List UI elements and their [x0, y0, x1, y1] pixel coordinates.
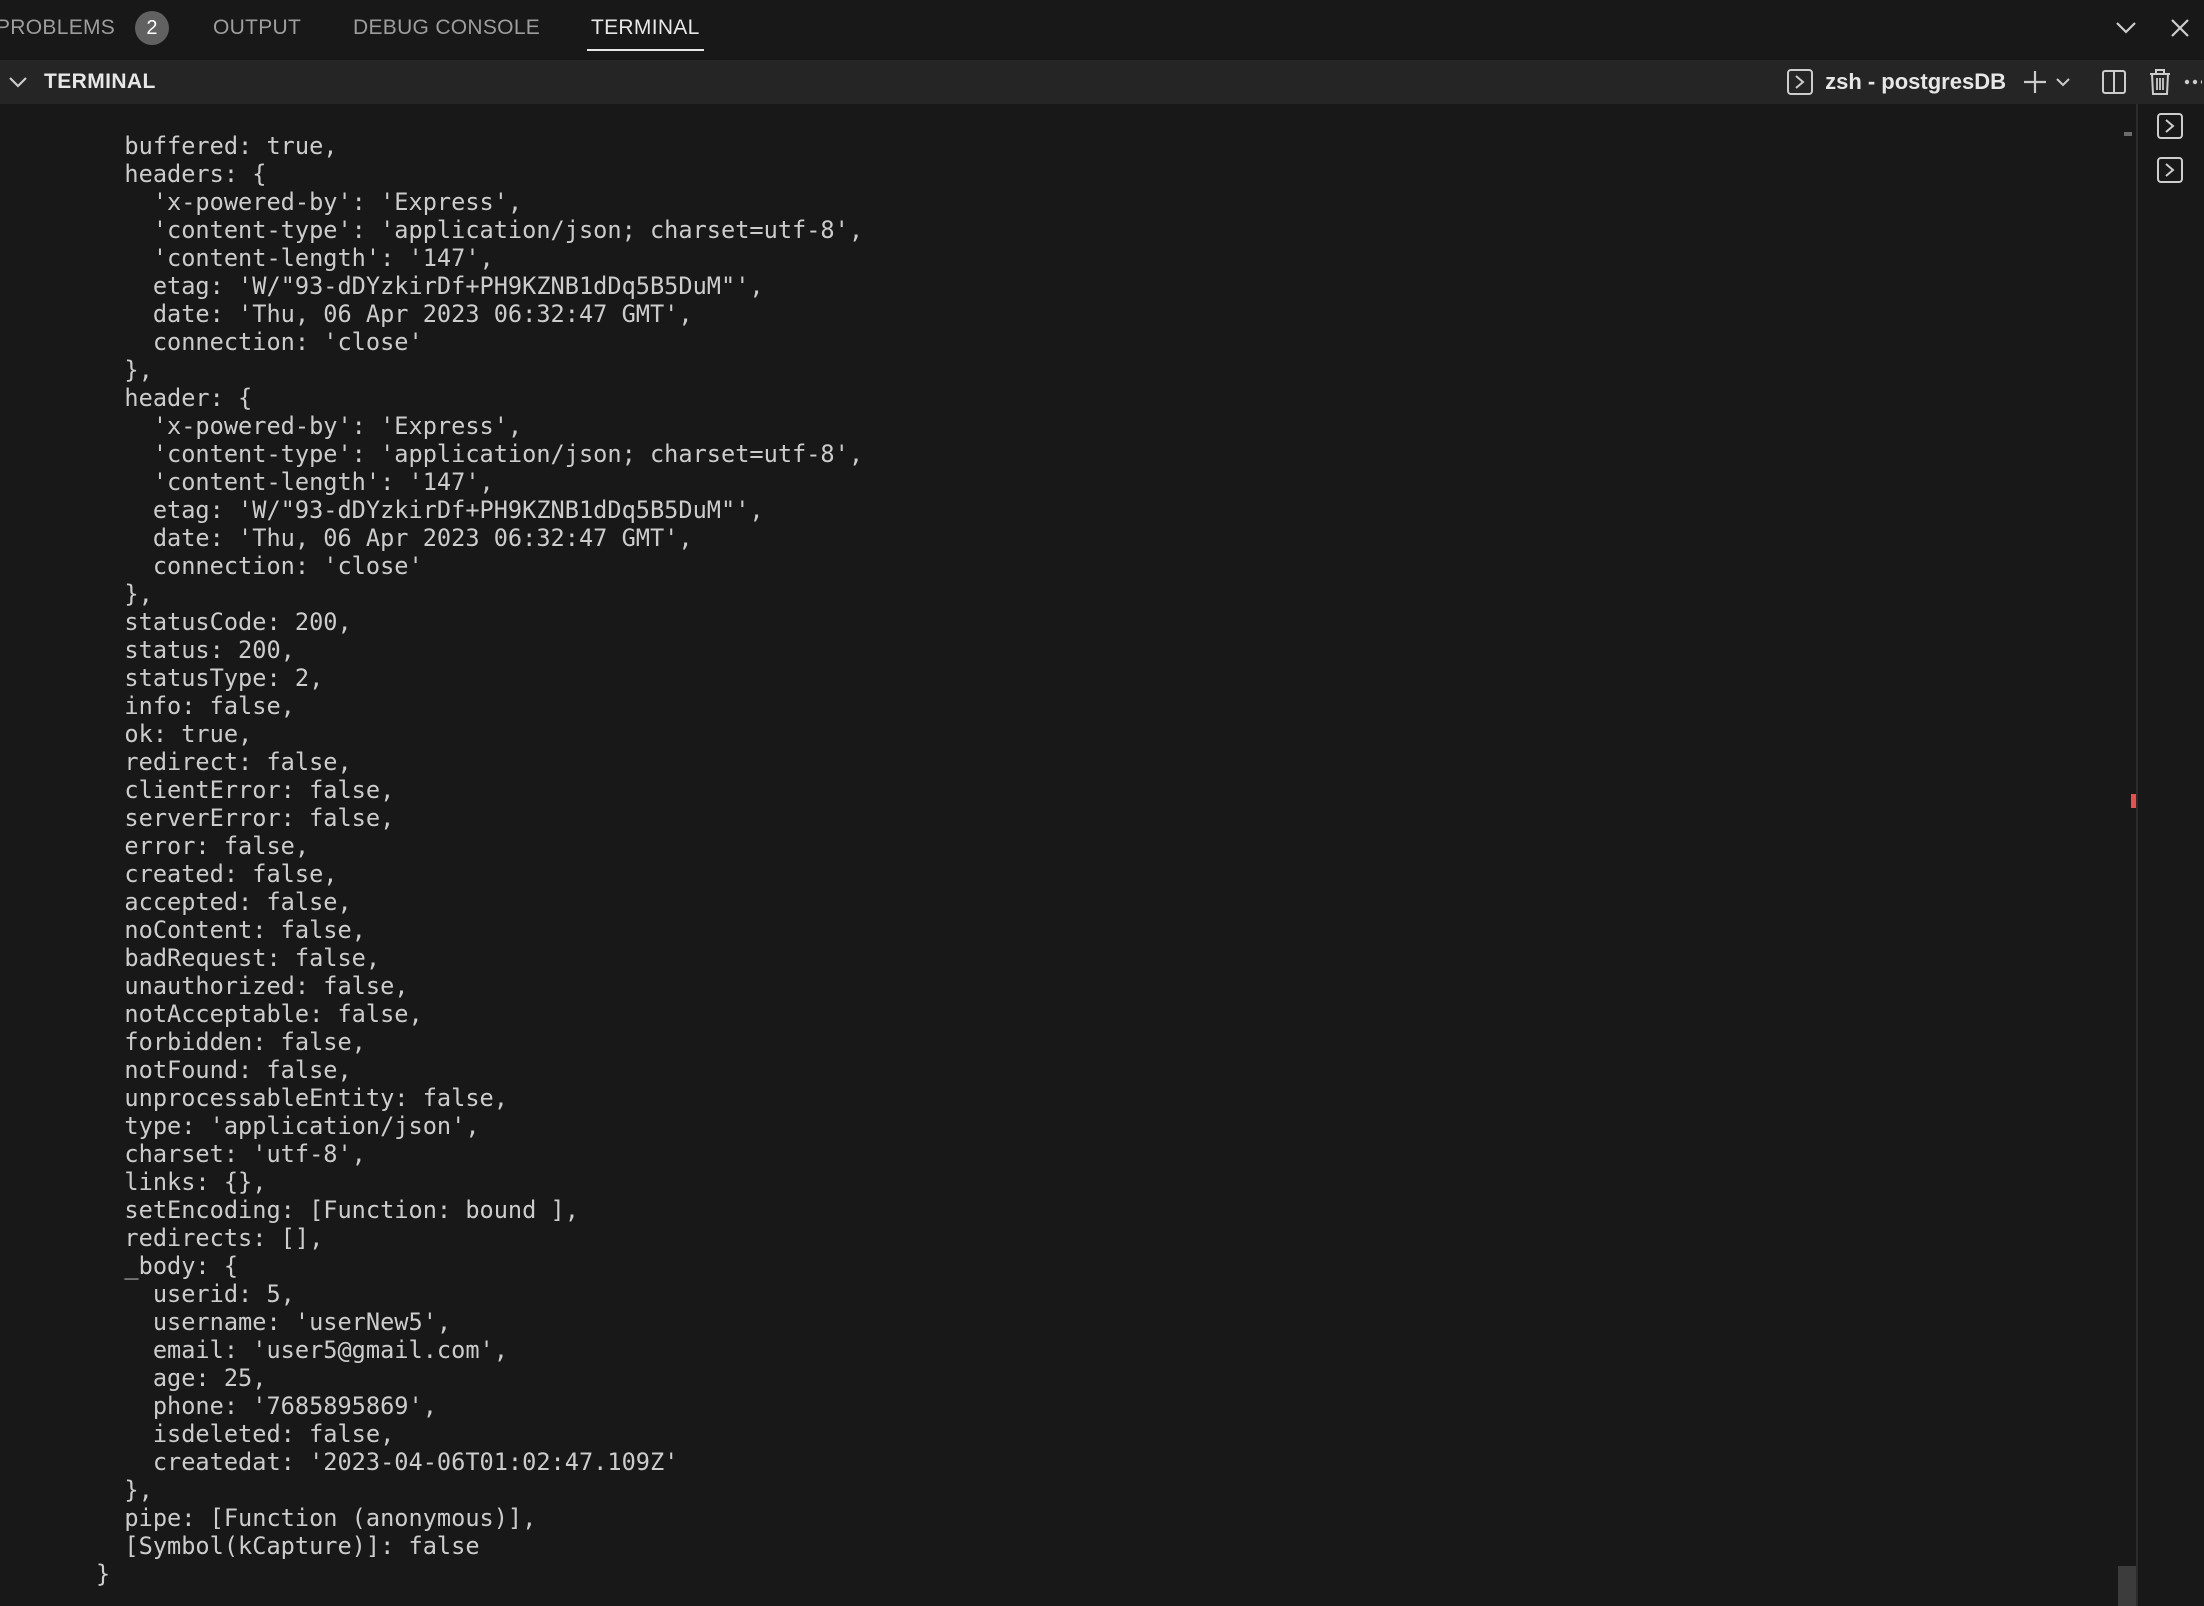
- ellipsis-icon[interactable]: [2184, 62, 2204, 102]
- panel-tab-bar: PROBLEMS 2 OUTPUT DEBUG CONSOLE TERMINAL: [0, 0, 2204, 56]
- problems-count-badge: 2: [135, 11, 170, 45]
- terminal-output-text: buffered: true, headers: { 'x-powered-by…: [96, 132, 864, 1588]
- tab-problems[interactable]: PROBLEMS 2: [0, 0, 170, 56]
- chevron-down-icon[interactable]: [0, 62, 36, 102]
- trash-icon[interactable]: [2140, 62, 2180, 102]
- panel-actions: [2106, 0, 2204, 56]
- terminal-shell-name[interactable]: zsh - postgresDB: [1825, 69, 2006, 95]
- plus-icon[interactable]: [2020, 62, 2050, 102]
- terminal-section-header[interactable]: TERMINAL zsh - postgresDB: [0, 60, 2204, 104]
- terminal-actions: zsh - postgresDB: [1785, 60, 2204, 104]
- close-icon[interactable]: [2160, 8, 2200, 48]
- overview-ruler-marker: [2124, 132, 2132, 136]
- terminal-output-area[interactable]: buffered: true, headers: { 'x-powered-by…: [0, 104, 2136, 1606]
- scrollbar-thumb[interactable]: [2118, 1566, 2136, 1606]
- split-terminal-icon[interactable]: [2094, 62, 2134, 102]
- tab-output[interactable]: OUTPUT: [213, 0, 301, 56]
- tab-terminal[interactable]: TERMINAL: [587, 0, 704, 56]
- tab-problems-label: PROBLEMS: [0, 16, 116, 39]
- terminal-section-title: TERMINAL: [44, 70, 156, 93]
- terminal-scrollbar[interactable]: [2118, 104, 2136, 1606]
- tab-output-label: OUTPUT: [213, 16, 302, 39]
- launch-profile-chevron-icon[interactable]: [2050, 62, 2076, 102]
- tab-terminal-label: TERMINAL: [591, 16, 700, 39]
- terminal-icon: [1785, 62, 1815, 102]
- tab-debug-console-label: DEBUG CONSOLE: [353, 16, 541, 39]
- terminal-tabs-sidebar: [2136, 104, 2204, 1606]
- tab-debug-console[interactable]: DEBUG CONSOLE: [353, 0, 540, 56]
- terminal-icon[interactable]: [2150, 106, 2190, 146]
- chevron-down-icon[interactable]: [2106, 8, 2146, 48]
- terminal-icon[interactable]: [2150, 150, 2190, 190]
